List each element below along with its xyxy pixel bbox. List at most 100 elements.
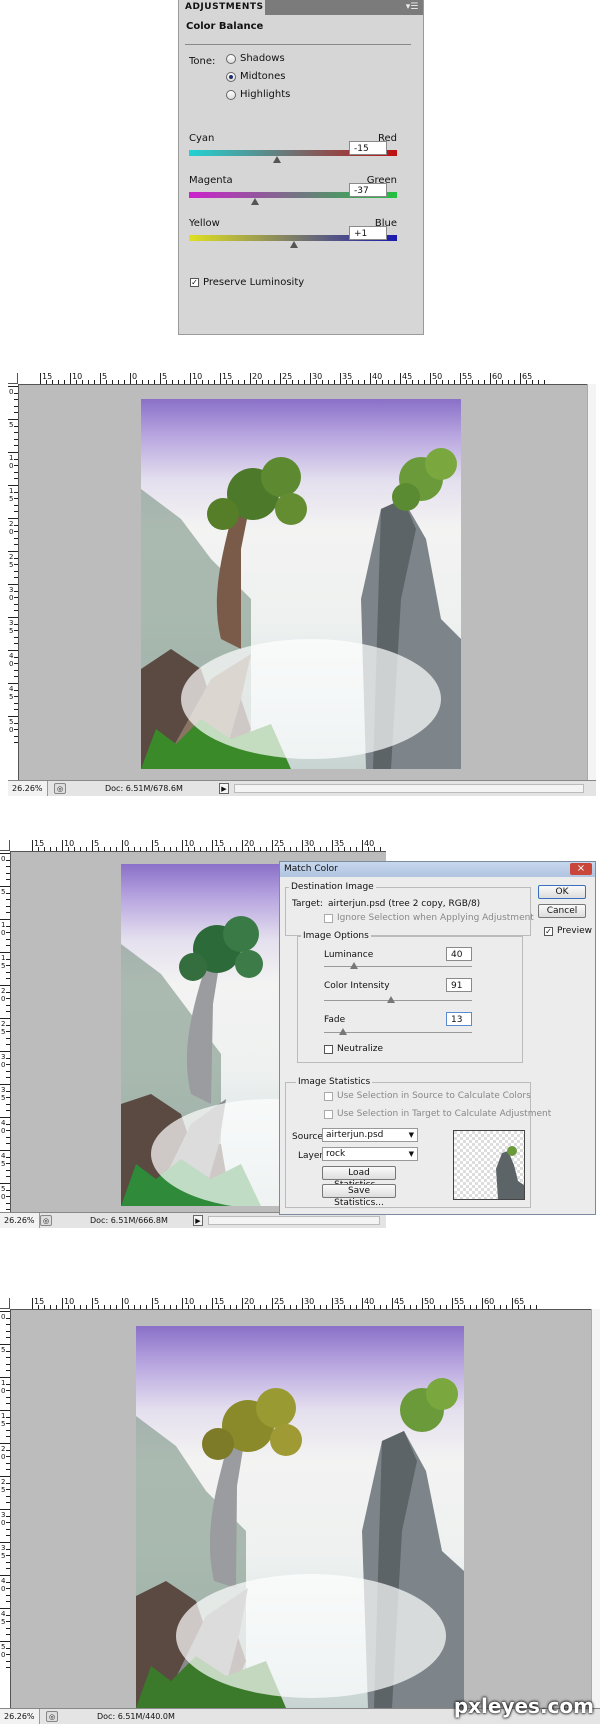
- ruler-minor-tick: [14, 524, 18, 526]
- ruler-minor-tick: [376, 380, 377, 384]
- luminance-input[interactable]: 40: [446, 947, 472, 961]
- ruler-minor-tick: [296, 1305, 297, 1309]
- ruler-major-tick: [0, 1084, 10, 1085]
- ruler-minor-tick: [356, 1305, 357, 1309]
- play-arrow-icon[interactable]: ▶: [193, 1215, 203, 1226]
- play-arrow-icon[interactable]: ▶: [219, 783, 229, 794]
- radio-button[interactable]: [226, 53, 236, 64]
- ruler-minor-tick: [14, 656, 18, 658]
- ruler-label: 55: [454, 1298, 465, 1306]
- source-select[interactable]: airterjun.psd ▼: [322, 1128, 418, 1142]
- neutralize-checkbox[interactable]: [324, 1045, 333, 1054]
- ruler-minor-tick: [338, 1305, 339, 1309]
- ruler-minor-tick: [14, 570, 18, 572]
- ruler-label: 25: [274, 1298, 285, 1306]
- slider-thumb-yellow-blue[interactable]: [290, 241, 299, 248]
- vertical-scrollbar[interactable]: [587, 384, 596, 780]
- radio-midtones[interactable]: Midtones: [226, 71, 286, 82]
- ruler-minor-tick: [98, 847, 99, 851]
- radio-button-selected[interactable]: [226, 71, 236, 82]
- zoom-level[interactable]: 26.26%: [0, 1709, 40, 1724]
- ruler-minor-tick: [326, 847, 327, 851]
- ruler-minor-tick: [14, 669, 18, 671]
- fade-slider-thumb[interactable]: [339, 1028, 348, 1035]
- ruler-minor-tick: [518, 1305, 519, 1309]
- ruler-left: 0 5 1 0 1 5 2 0 2 5 3 0 3 5 4 0 4 5 5 0: [8, 384, 19, 780]
- ruler-minor-tick: [6, 1383, 10, 1385]
- ruler-minor-tick: [14, 471, 18, 473]
- close-icon[interactable]: ×: [570, 863, 592, 875]
- ruler-major-tick: [62, 840, 63, 851]
- ruler-minor-tick: [74, 1305, 75, 1309]
- ruler-minor-tick: [164, 847, 165, 851]
- ruler-minor-tick: [6, 971, 10, 973]
- radio-button[interactable]: [226, 89, 236, 100]
- ruler-major-tick: [182, 840, 183, 851]
- divider: [185, 44, 411, 45]
- use-source-selection-checkbox[interactable]: [324, 1092, 333, 1101]
- adjustments-tab[interactable]: ADJUSTMENTS: [179, 0, 265, 15]
- status-bar-icon[interactable]: ◎: [40, 1215, 52, 1226]
- ruler-minor-tick: [6, 978, 10, 980]
- slider-thumb-magenta-green[interactable]: [250, 198, 259, 205]
- ruler-major-tick: [182, 1298, 183, 1309]
- ruler-label: 40: [364, 1298, 375, 1306]
- ruler-minor-tick: [6, 1495, 10, 1497]
- ruler-label: 1 0: [1, 1379, 6, 1395]
- horizontal-scrollbar[interactable]: [234, 784, 584, 793]
- use-target-selection-checkbox[interactable]: [324, 1110, 333, 1119]
- vertical-scrollbar[interactable]: [591, 1309, 600, 1708]
- ruler-minor-tick: [14, 603, 18, 605]
- ruler-minor-tick: [6, 1568, 10, 1570]
- preserve-luminosity-label: Preserve Luminosity: [203, 277, 305, 288]
- magenta-green-value-input[interactable]: -37: [349, 183, 387, 197]
- dialog-title: Match Color: [284, 864, 338, 874]
- save-statistics-button[interactable]: Save Statistics...: [322, 1184, 396, 1208]
- slider-thumb-cyan-red[interactable]: [273, 156, 282, 163]
- intensity-slider-thumb[interactable]: [387, 996, 396, 1003]
- ruler-minor-tick: [316, 380, 317, 384]
- ruler-minor-tick: [6, 1482, 10, 1484]
- ruler-major-tick: [0, 1183, 10, 1184]
- layer-select[interactable]: rock ▼: [322, 1147, 418, 1161]
- yellow-blue-value-input[interactable]: +1: [349, 226, 387, 240]
- preserve-luminosity-checkbox[interactable]: ✓: [190, 278, 199, 287]
- ruler-minor-tick: [260, 1305, 261, 1309]
- status-bar-icon[interactable]: ◎: [46, 1711, 58, 1722]
- preview-checkbox[interactable]: ✓: [544, 927, 553, 936]
- ignore-selection-checkbox[interactable]: [324, 914, 333, 923]
- ruler-label: 2 0: [1, 987, 6, 1003]
- fade-input[interactable]: 13: [446, 1012, 472, 1026]
- ruler-major-tick: [0, 1377, 10, 1378]
- ruler-minor-tick: [14, 676, 18, 678]
- zoom-level[interactable]: 26.26%: [0, 1213, 40, 1228]
- cyan-red-value-input[interactable]: -15: [349, 141, 387, 155]
- ruler-major-tick: [0, 1051, 10, 1052]
- status-bar-icon[interactable]: ◎: [54, 783, 66, 794]
- ruler-minor-tick: [14, 531, 18, 533]
- canvas-artwork: [141, 399, 461, 769]
- ruler-minor-tick: [6, 879, 10, 881]
- load-statistics-button[interactable]: Load Statistics...: [322, 1166, 396, 1190]
- ruler-label: 1 5: [9, 487, 14, 503]
- ruler-label: 1 5: [1, 954, 6, 970]
- ruler-major-tick: [152, 1298, 153, 1309]
- panel-menu-icon[interactable]: ▾☰: [405, 1, 419, 13]
- ruler-minor-tick: [544, 380, 545, 384]
- radio-shadows[interactable]: Shadows: [226, 53, 285, 64]
- zoom-level[interactable]: 26.26%: [8, 781, 48, 796]
- ruler-minor-tick: [6, 1090, 10, 1092]
- luminance-slider-thumb[interactable]: [349, 962, 358, 969]
- cancel-button[interactable]: Cancel: [538, 904, 586, 918]
- ruler-minor-tick: [418, 380, 419, 384]
- document-window-3: 15 10 5 0 5 10 15 20 25 30 35 40 45 50 55 60 65 051 01 5…: [0, 1298, 600, 1724]
- intensity-input[interactable]: 91: [446, 978, 472, 992]
- radio-highlights[interactable]: Highlights: [226, 89, 290, 100]
- ruler-minor-tick: [94, 380, 95, 384]
- ruler-major-tick: [310, 373, 311, 384]
- horizontal-scrollbar[interactable]: [208, 1216, 380, 1225]
- ruler-minor-tick: [158, 847, 159, 851]
- ok-button[interactable]: OK: [538, 885, 586, 899]
- ruler-major-tick: [250, 373, 251, 384]
- ruler-minor-tick: [6, 1024, 10, 1026]
